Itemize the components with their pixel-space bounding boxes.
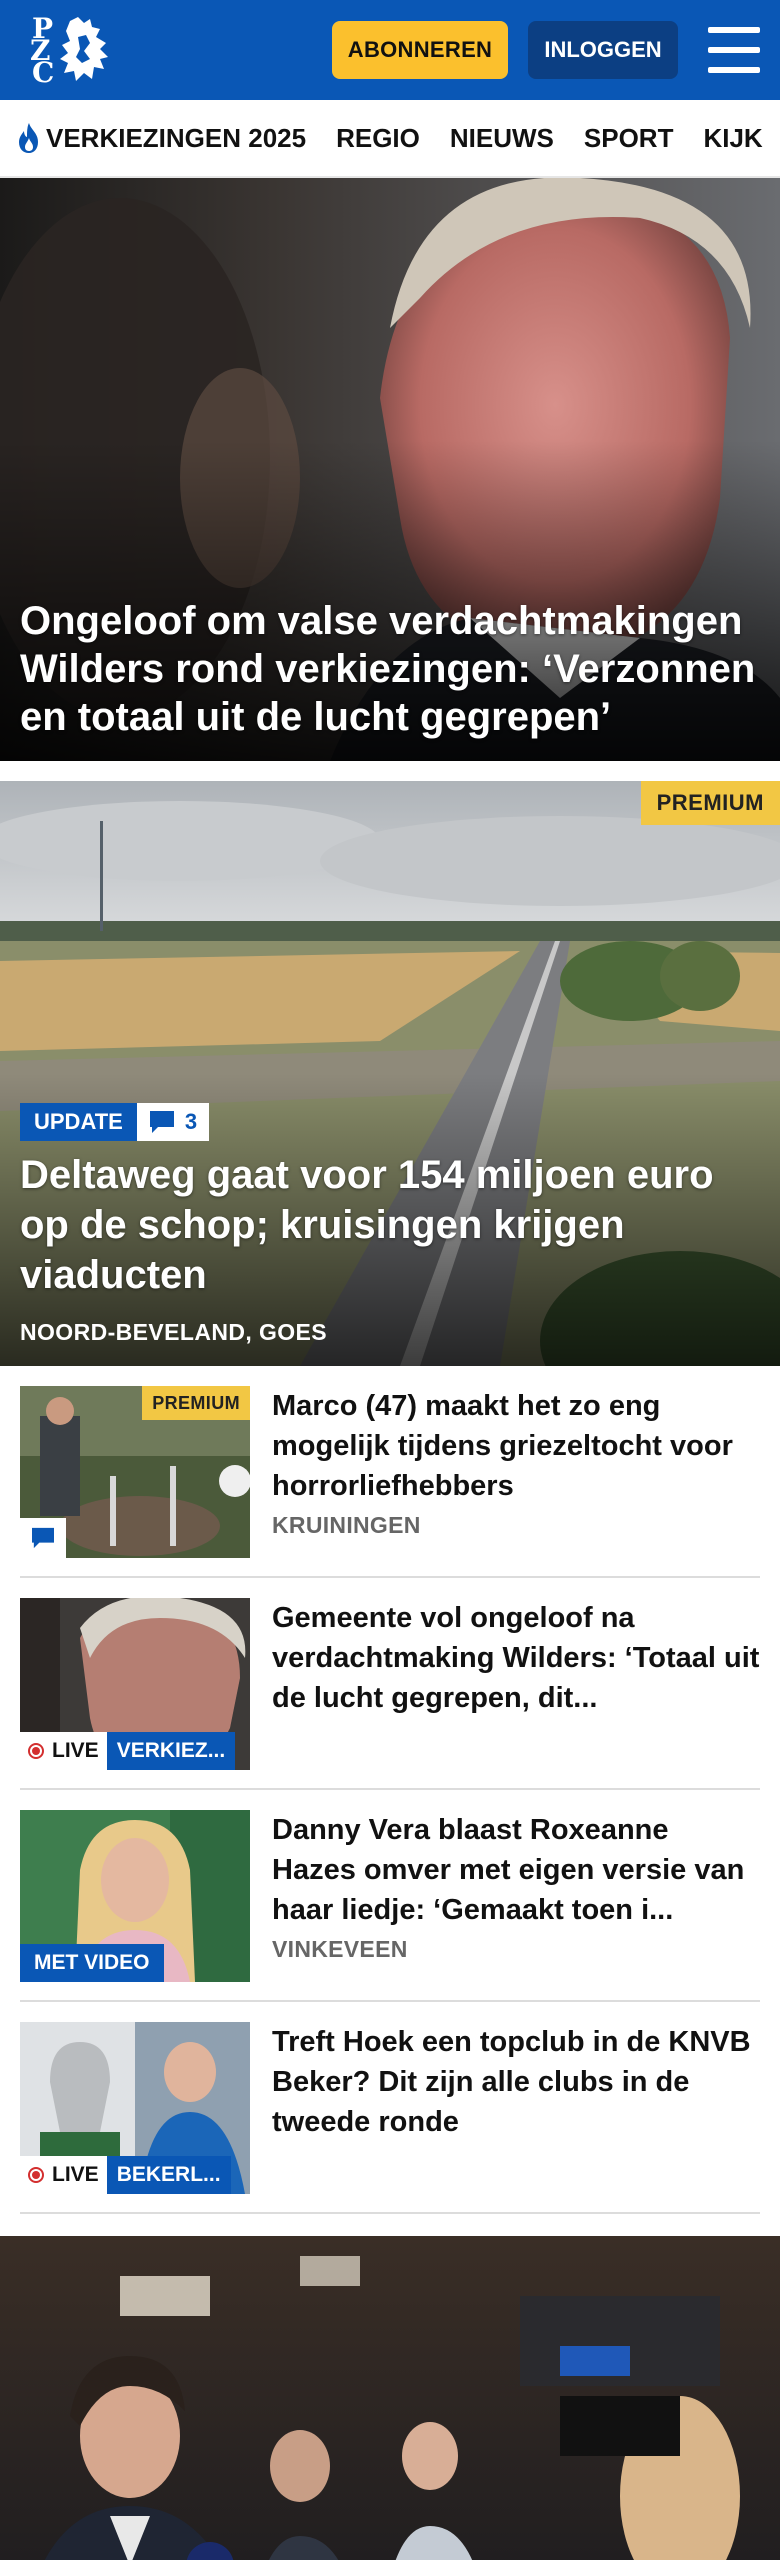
thumbnail-badges: LIVE BEKERL... [20, 2156, 231, 2194]
premium-badge: PREMIUM [640, 781, 780, 825]
login-button[interactable]: INLOGGEN [528, 21, 678, 79]
thumbnail-badges: LIVE VERKIEZ... [20, 1732, 236, 1770]
article-thumbnail: LIVE BEKERL... [20, 2022, 250, 2194]
list-item[interactable]: LIVE BEKERL... Treft Hoek een topclub in… [20, 2022, 760, 2214]
nav-label: KIJK [703, 122, 763, 153]
article-title: Marco (47) maakt het zo eng mogelijk tij… [272, 1390, 733, 1502]
live-badge: LIVE [20, 2156, 107, 2194]
nav-item-verkiezingen[interactable]: VERKIEZINGEN 2025 [16, 122, 306, 154]
hero-headline: Deltaweg gaat voor 154 miljoen euro op d… [20, 1153, 714, 1297]
hero-article-press[interactable] [0, 2236, 780, 2560]
nav-item-kijk[interactable]: KIJK [703, 123, 762, 154]
comment-badge [20, 1518, 66, 1558]
hero-location: NOORD-BEVELAND, GOES [20, 1319, 328, 1345]
article-title: Danny Vera blaast Roxeanne Hazes omver m… [272, 1814, 745, 1926]
nav-label: SPORT [583, 122, 674, 153]
article-thumbnail: PREMIUM [20, 1386, 250, 1558]
comment-icon [149, 1111, 174, 1133]
live-dot-icon [28, 2167, 44, 2183]
flame-icon [19, 123, 38, 153]
update-badge: UPDATE [20, 1103, 137, 1141]
article-thumbnail: LIVE VERKIEZ... [20, 1598, 250, 1770]
article-thumbnail: MET VIDEO [20, 1810, 250, 1982]
comment-count: 3 [184, 1109, 198, 1134]
article-list: PREMIUM Marco (47) maakt het zo eng moge… [0, 1386, 780, 2214]
premium-badge: PREMIUM [142, 1386, 250, 1420]
live-dot-icon [28, 1743, 44, 1759]
article-title: Gemeente vol ongeloof na verdachtmaking … [272, 1602, 760, 1714]
hero-headline: Ongeloof om valse verdachtmakingen Wilde… [20, 599, 756, 739]
live-label: LIVE [52, 1739, 99, 1762]
subscribe-button[interactable]: ABONNEREN [332, 21, 508, 79]
article-title: Treft Hoek een topclub in de KNVB Beker?… [272, 2026, 751, 2138]
section-nav: VERKIEZINGEN 2025 REGIO NIEUWS SPORT KIJ… [0, 100, 780, 178]
nav-label: REGIO [336, 122, 420, 153]
hero-article-deltaweg[interactable]: PREMIUM UPDATE 3 Deltaweg gaat voor 154 … [0, 781, 780, 1366]
nav-item-nieuws[interactable]: NIEUWS [450, 123, 554, 154]
nav-label: VERKIEZINGEN 2025 [46, 122, 307, 153]
list-item[interactable]: PREMIUM Marco (47) maakt het zo eng moge… [20, 1386, 760, 1578]
hero-badges: UPDATE 3 [20, 1103, 210, 1141]
pzc-logo[interactable]: P Z C [28, 13, 114, 87]
site-header: P Z C ABONNEREN INLOGGEN [0, 0, 780, 100]
category-badge: VERKIEZ... [106, 1732, 236, 1770]
article-location: VINKEVEEN [272, 1936, 408, 1962]
category-badge: BEKERL... [106, 2156, 231, 2194]
menu-icon[interactable] [708, 27, 760, 73]
video-badge: MET VIDEO [20, 1944, 164, 1982]
thumbnail-badges: MET VIDEO [20, 1944, 164, 1982]
comments-badge[interactable]: 3 [136, 1103, 210, 1141]
lion-emblem-icon [60, 17, 108, 81]
live-badge: LIVE [20, 1732, 107, 1770]
list-item[interactable]: MET VIDEO Danny Vera blaast Roxeanne Haz… [20, 1810, 760, 2002]
nav-item-regio[interactable]: REGIO [336, 123, 420, 154]
logo-letter-c: C [32, 56, 55, 89]
hero-photo [0, 2236, 780, 2560]
nav-item-sport[interactable]: SPORT [584, 123, 674, 154]
hero-article-wilders[interactable]: Ongeloof om valse verdachtmakingen Wilde… [0, 178, 780, 761]
article-location: KRUININGEN [272, 1512, 421, 1538]
comment-icon [32, 1527, 54, 1549]
live-label: LIVE [52, 2163, 99, 2186]
nav-label: NIEUWS [449, 122, 554, 153]
list-item[interactable]: LIVE VERKIEZ... Gemeente vol ongeloof na… [20, 1598, 760, 1790]
